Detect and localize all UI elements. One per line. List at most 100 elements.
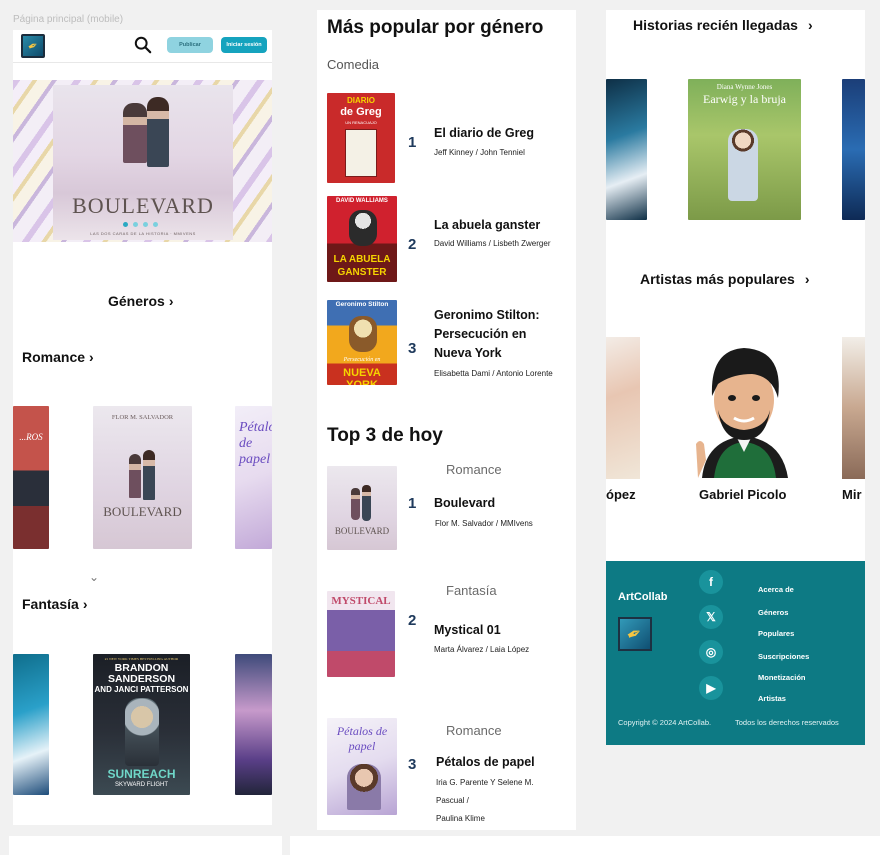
cover-figure <box>347 764 381 810</box>
book-cover[interactable] <box>235 654 272 795</box>
book-cover[interactable]: FLOR M. SALVADOR BOULEVARD <box>93 406 192 549</box>
carousel-dot[interactable] <box>153 222 158 227</box>
book-cover[interactable]: #1 NEW YORK TIMES BESTSELLING AUTHOR BRA… <box>93 654 190 795</box>
cover-title: BOULEVARD <box>334 526 390 536</box>
publish-button[interactable]: Publicar <box>167 37 213 53</box>
footer-copyright: Copyright © 2024 ArtCollab. <box>618 718 712 727</box>
book-cover[interactable] <box>13 654 49 795</box>
cover-figure <box>728 129 758 201</box>
rank-number: 2 <box>408 612 417 629</box>
book-cover[interactable]: DAVID WALLIAMS LA ABUELA GANSTER <box>327 196 397 282</box>
book-cover[interactable]: Geronimo Stilton Persecución en NUEVA YO… <box>327 300 397 385</box>
frame-label: Página principal (mobile) <box>13 14 124 25</box>
chevron-down-icon[interactable]: ⌄ <box>89 570 99 584</box>
carousel-dot[interactable] <box>123 222 128 227</box>
cover-figure <box>351 488 360 520</box>
book-title[interactable]: Pétalos de papel <box>436 753 535 772</box>
book-title[interactable]: Geronimo Stilton: Persecución en Nueva Y… <box>434 306 540 363</box>
instagram-icon[interactable]: ◎ <box>699 640 723 664</box>
cover-title: MYSTICAL <box>331 595 391 607</box>
footer-link-monetization[interactable]: Monetización <box>758 673 806 682</box>
rank-number: 3 <box>408 756 417 773</box>
artist-avatar[interactable] <box>842 337 865 479</box>
cover-author: FLOR M. SALVADOR <box>111 414 174 421</box>
chevron-right-icon: › <box>89 349 94 365</box>
artist-name[interactable]: Mir <box>842 487 862 502</box>
book-title-line: Nueva York <box>434 346 502 360</box>
section-romance-link[interactable]: Romance › <box>22 349 94 367</box>
cover-line: Persecución en <box>343 357 381 363</box>
cover-tagline-top: #1 NEW YORK TIMES BESTSELLING AUTHOR <box>104 657 179 661</box>
cover-figure <box>147 97 169 167</box>
rank-number: 1 <box>408 495 417 512</box>
book-title[interactable]: La abuela ganster <box>434 216 540 235</box>
footer-link-popular[interactable]: Populares <box>758 629 794 638</box>
footer-link-about[interactable]: Acerca de <box>758 585 794 594</box>
book-cover[interactable] <box>606 79 647 220</box>
genres-link[interactable]: Géneros › <box>108 293 173 311</box>
youtube-icon[interactable]: ▶ <box>699 676 723 700</box>
cover-line: GANSTER <box>337 267 387 278</box>
search-icon <box>134 36 152 54</box>
artists-title: Artistas más populares <box>640 271 795 287</box>
book-cover[interactable]: DIARIO de Greg UN RENACUAJO <box>327 93 395 183</box>
hero-carousel[interactable]: BOULEVARD LAS DOS CARAS DE LA HISTORIA ·… <box>13 80 272 242</box>
carousel-dot[interactable] <box>143 222 148 227</box>
book-authors: Marta Álvarez / Laia López <box>434 645 530 654</box>
book-title[interactable]: El diario de Greg <box>434 124 534 143</box>
popular-by-genre-title: Más popular por género <box>327 17 544 38</box>
cover-line: DAVID WALLIAMS <box>336 198 388 204</box>
search-button[interactable] <box>133 36 153 56</box>
book-title[interactable]: Boulevard <box>434 494 495 513</box>
book-cover[interactable]: Diana Wynne Jones Earwig y la bruja <box>688 79 801 220</box>
book-cover[interactable]: Pétalos de papel <box>327 718 397 815</box>
footer-link-subscriptions[interactable]: Suscripciones <box>758 652 809 661</box>
book-title[interactable]: Mystical 01 <box>434 621 501 640</box>
popular-artists-link[interactable]: Artistas más populares › <box>640 271 810 289</box>
book-genre: Romance <box>446 462 502 477</box>
next-frame-edge <box>290 836 880 855</box>
x-twitter-icon[interactable]: 𝕏 <box>699 605 723 629</box>
artist-avatar[interactable] <box>606 337 640 479</box>
recent-stories-link[interactable]: Historias recién llegadas › <box>633 17 813 35</box>
book-cover[interactable]: Pétalos de papel <box>235 406 272 549</box>
book-cover[interactable] <box>842 79 865 220</box>
section-fantasy-link[interactable]: Fantasía › <box>22 596 87 614</box>
cover-author: Diana Wynne Jones <box>716 83 773 91</box>
book-cover[interactable]: BOULEVARD <box>327 466 397 550</box>
book-authors: Flor M. Salvador / MMIvens <box>435 519 533 528</box>
artist-name[interactable]: Gabriel Picolo <box>699 487 786 502</box>
site-footer: ArtCollab ✒ f 𝕏 ◎ ▶ Acerca de Géneros Po… <box>606 561 865 745</box>
cover-figure <box>123 103 147 163</box>
cover-line: NUEVA YORK <box>343 367 381 385</box>
cover-line: Geronimo Stilton <box>335 301 389 308</box>
artist-name[interactable]: ópez <box>606 487 636 502</box>
book-authors: Jeff Kinney / John Tenniel <box>434 148 525 157</box>
carousel-dot[interactable] <box>133 222 138 227</box>
book-cover[interactable]: MYSTICAL <box>327 591 395 677</box>
top-today-title: Top 3 de hoy <box>327 425 443 446</box>
author-line: Iria G. Parente Y Selene M. <box>436 778 534 787</box>
book-authors: David Williams / Lisbeth Zwerger <box>434 239 551 248</box>
app-logo[interactable]: ✒ <box>21 34 45 58</box>
genres-label: Géneros <box>108 293 165 309</box>
footer-logo[interactable]: ✒ <box>618 617 652 651</box>
rankings-screen: Más popular por género Comedia DIARIO de… <box>317 10 576 830</box>
footer-link-genres[interactable]: Géneros <box>758 608 788 617</box>
facebook-icon[interactable]: f <box>699 570 723 594</box>
section-title: Romance <box>22 349 86 365</box>
artist-avatar[interactable] <box>692 340 797 478</box>
login-button[interactable]: Iniciar sesión <box>221 37 267 53</box>
book-cover[interactable]: ...ROS <box>13 406 49 549</box>
hero-book-cover[interactable]: BOULEVARD LAS DOS CARAS DE LA HISTORIA ·… <box>53 85 233 240</box>
footer-link-artists[interactable]: Artistas <box>758 694 786 703</box>
footer-brand: ArtCollab <box>618 591 668 603</box>
cover-title: ...ROS <box>19 432 43 442</box>
chevron-right-icon: › <box>807 17 813 33</box>
chevron-right-icon: › <box>82 596 88 612</box>
book-authors: Iria G. Parente Y Selene M. Pascual / Pa… <box>436 774 534 828</box>
cover-figure <box>349 316 377 352</box>
book-authors: Elisabetta Dami / Antonio Lorente <box>434 369 553 378</box>
cover-title: SUNREACH <box>107 767 176 781</box>
cover-title: Earwig y la bruja <box>703 92 786 106</box>
